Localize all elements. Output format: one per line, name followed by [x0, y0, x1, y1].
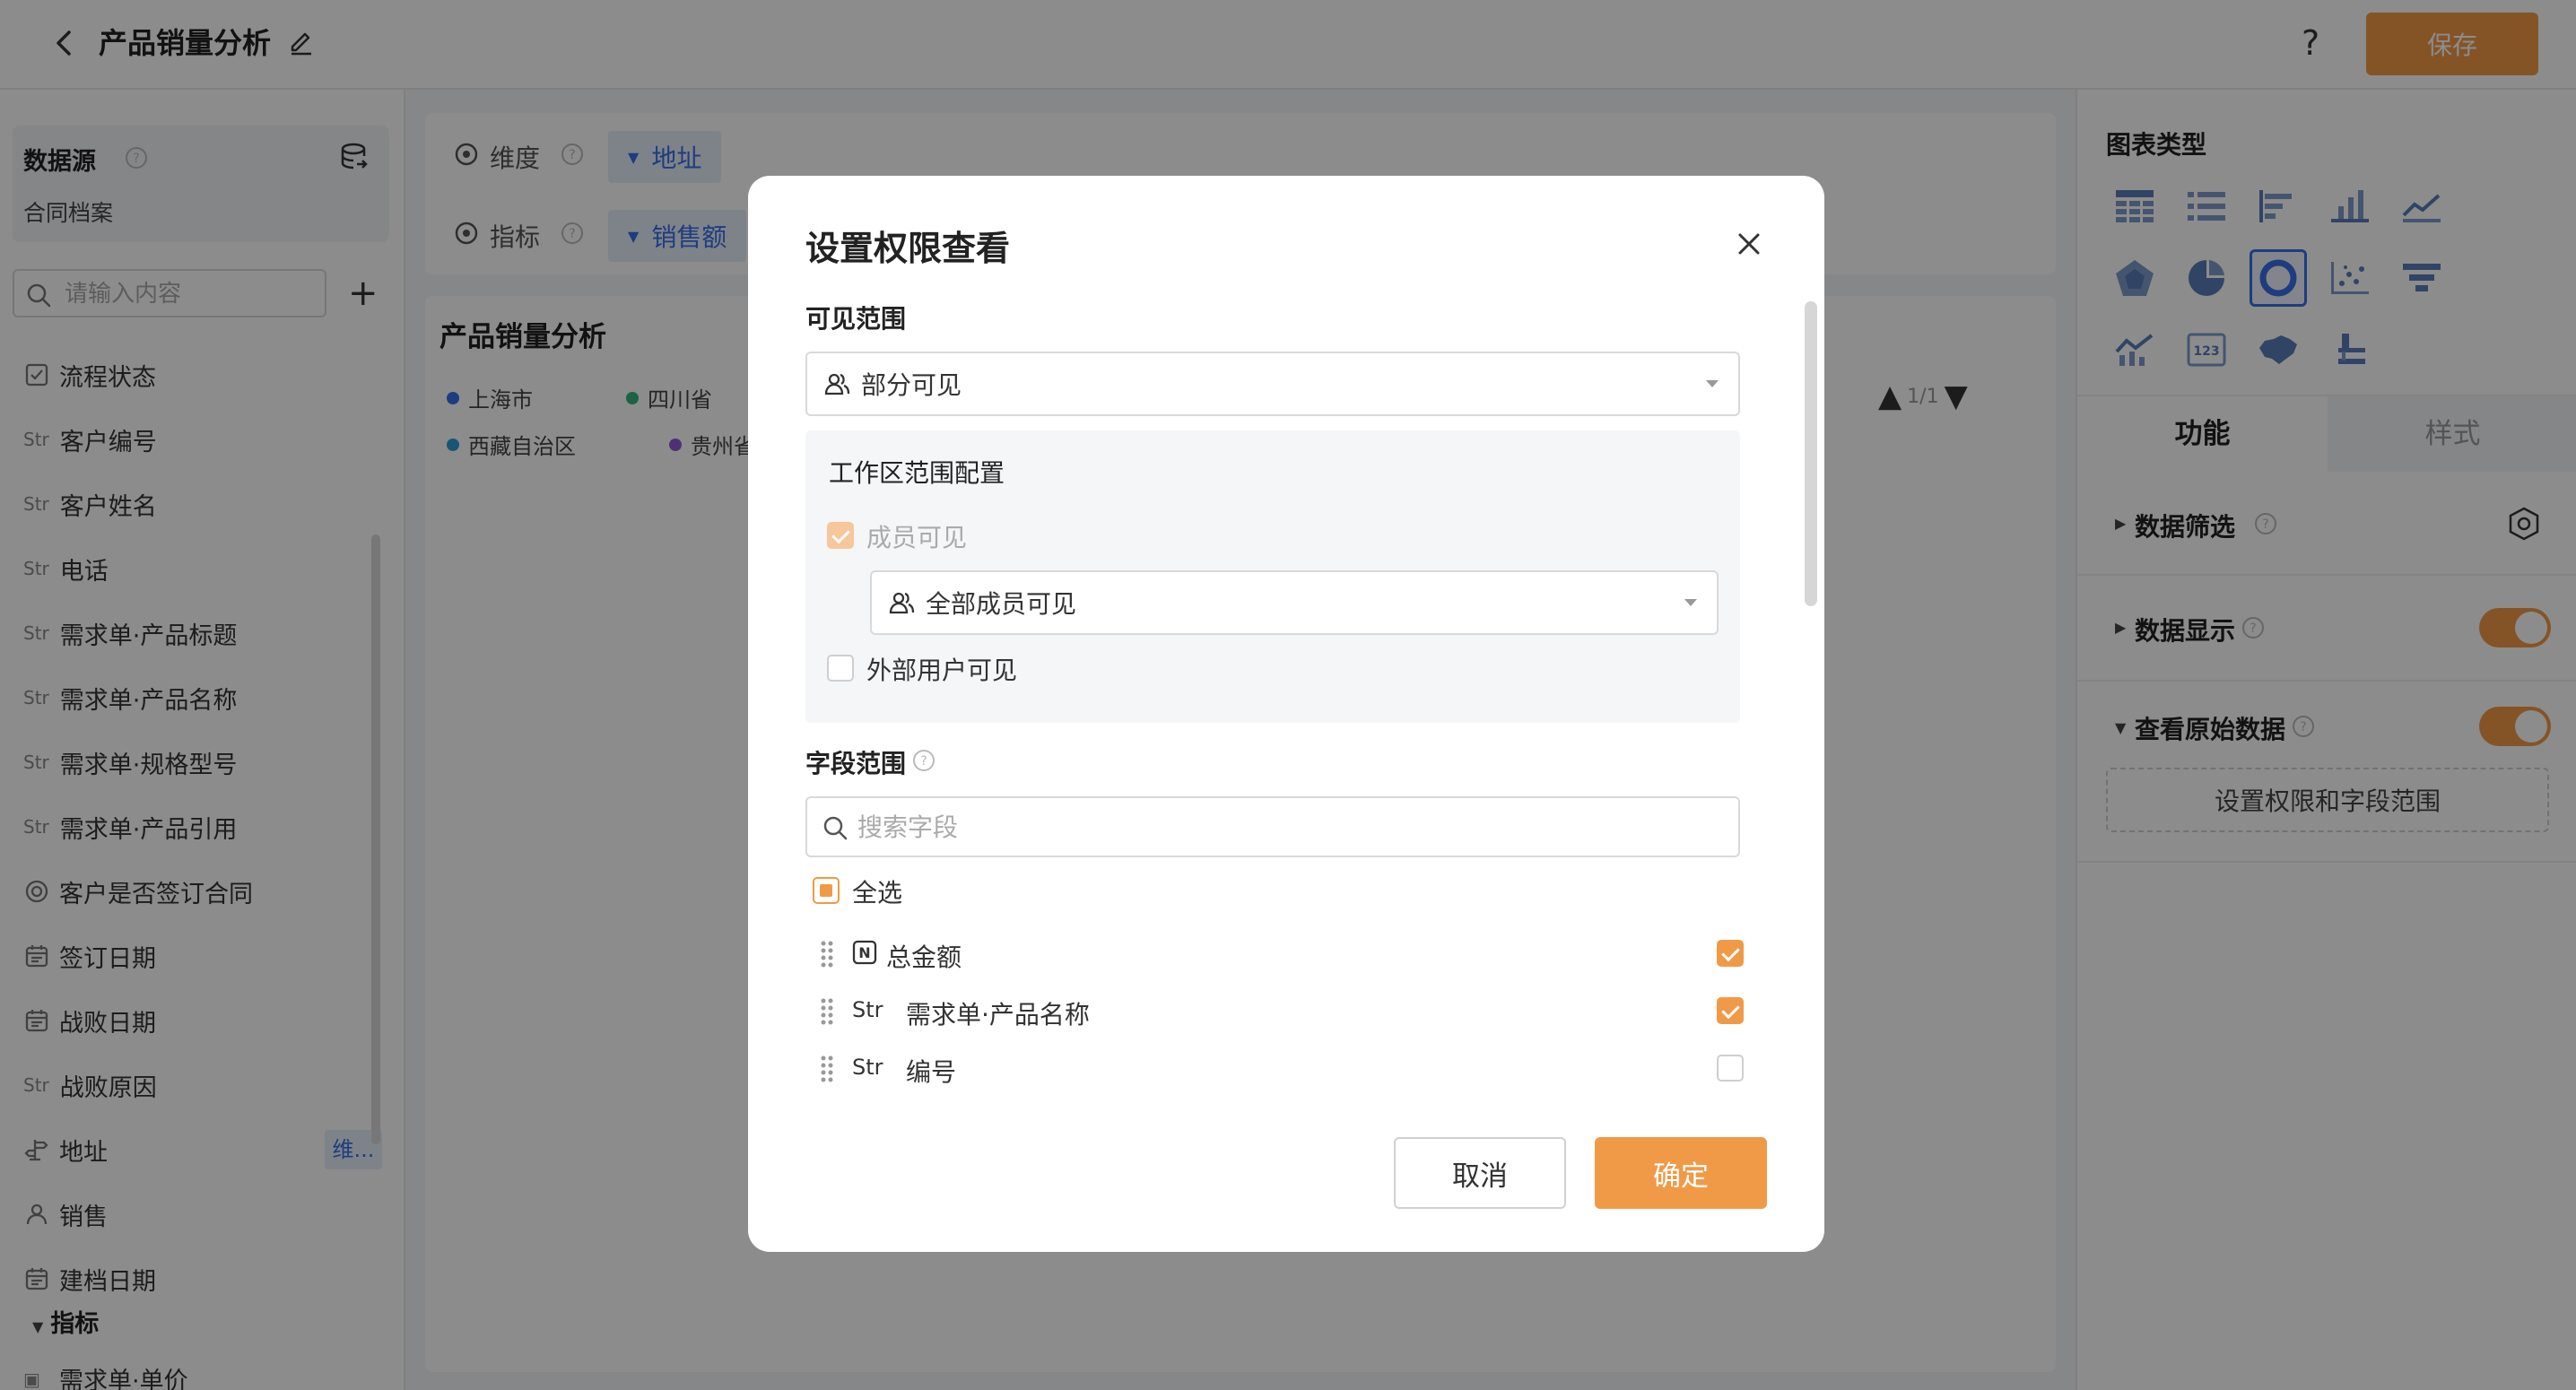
field-scope-row[interactable]: Str 需求单·产品名称: [820, 985, 1744, 1038]
field-scope-checkbox[interactable]: [1717, 940, 1744, 967]
field-scope-name: 编号: [906, 1057, 957, 1087]
visible-scope-select[interactable]: 部分可见: [805, 352, 1740, 416]
field-search-input[interactable]: [857, 811, 1665, 843]
external-visible-label: 外部用户可见: [866, 656, 1018, 685]
confirm-button[interactable]: 确定: [1595, 1137, 1767, 1209]
chevron-down-icon: [1684, 599, 1697, 606]
field-scope-label: 字段范围: [805, 749, 907, 778]
search-icon: [823, 816, 848, 840]
modal-scrollbar[interactable]: [1805, 301, 1817, 606]
drag-handle-icon[interactable]: [820, 940, 834, 969]
field-scope-checkbox[interactable]: [1717, 997, 1744, 1024]
select-all-checkbox[interactable]: [813, 877, 840, 904]
external-visible-checkbox[interactable]: [827, 655, 854, 682]
permission-modal: 设置权限查看 可见范围 部分可见 工作区范围配置 成员可见 全部成员可见 外部用…: [748, 176, 1824, 1252]
svg-text:?: ?: [920, 754, 927, 769]
drag-handle-icon[interactable]: [820, 1055, 834, 1083]
help-circle-icon[interactable]: ?: [911, 748, 936, 777]
workspace-title: 工作区范围配置: [829, 458, 1005, 488]
workspace-scope-box: 工作区范围配置 成员可见 全部成员可见 外部用户可见: [805, 430, 1740, 723]
field-scope-row[interactable]: N 总金额: [820, 927, 1744, 981]
close-icon[interactable]: [1731, 226, 1767, 262]
field-scope-checkbox[interactable]: [1717, 1055, 1744, 1082]
string-type-icon: Str: [852, 1055, 883, 1080]
users-icon: [823, 370, 850, 397]
field-scope-name: 需求单·产品名称: [906, 1000, 1090, 1029]
field-scope-name: 总金额: [886, 943, 962, 972]
cancel-button[interactable]: 取消: [1394, 1137, 1566, 1209]
svg-text:N: N: [858, 944, 870, 961]
field-scope-row[interactable]: Str 编号: [820, 1042, 1744, 1096]
member-visible-label: 成员可见: [866, 523, 968, 552]
number-type-icon: N: [852, 940, 877, 970]
users-icon: [888, 589, 915, 616]
visible-scope-label: 可见范围: [805, 304, 907, 334]
chevron-down-icon: [1706, 380, 1719, 387]
modal-title: 设置权限查看: [805, 229, 1011, 268]
string-type-icon: Str: [852, 997, 883, 1022]
select-all-label: 全选: [852, 878, 903, 908]
drag-handle-icon[interactable]: [820, 997, 834, 1026]
member-scope-select[interactable]: 全部成员可见: [870, 570, 1719, 635]
field-search-box: [805, 796, 1740, 857]
member-visible-checkbox[interactable]: [827, 522, 854, 549]
